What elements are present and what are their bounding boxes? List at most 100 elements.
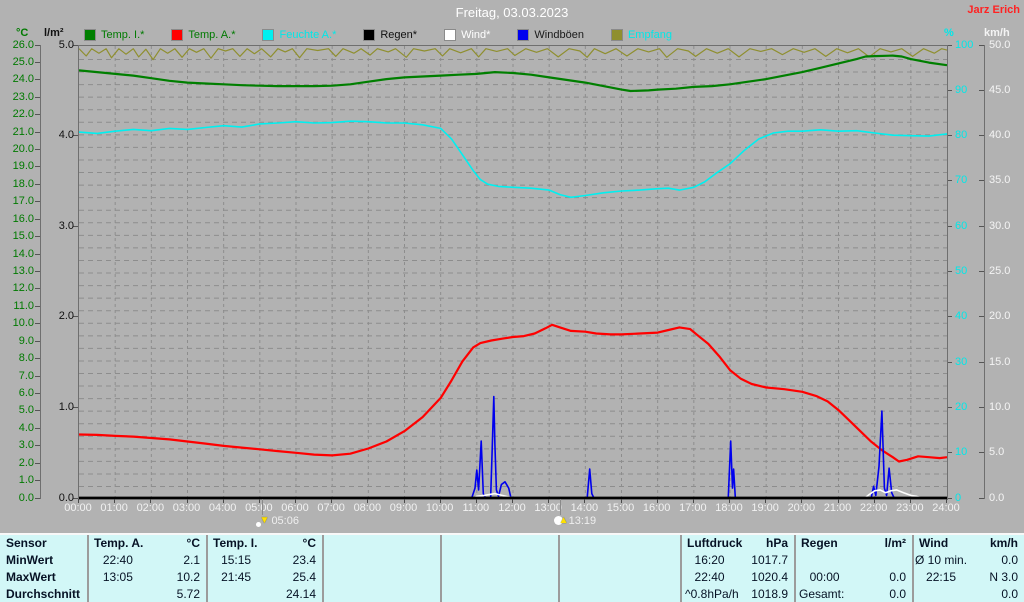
empfang-swatch-icon bbox=[610, 29, 623, 41]
wind-axis-label: 25.0 bbox=[989, 265, 1011, 277]
x-label: 17:00 bbox=[679, 502, 707, 514]
x-label: 07:00 bbox=[317, 502, 345, 514]
x-label: 12:00 bbox=[498, 502, 526, 514]
temp-axis-label: 24.0 bbox=[12, 73, 34, 86]
wind-axis-tick bbox=[979, 361, 984, 363]
temp-axis-label: 9.0 bbox=[18, 334, 34, 347]
stats-time: 21:45 bbox=[221, 569, 252, 584]
x-label: 09:00 bbox=[389, 502, 418, 514]
row-label-sensor: Sensor bbox=[0, 535, 87, 551]
temp-axis-tick bbox=[35, 44, 40, 46]
stats-cell: 00:00 0.0 bbox=[794, 568, 912, 585]
x-label: 05:00 bbox=[245, 502, 273, 514]
temp-axis-label: 2.0 bbox=[18, 456, 34, 469]
windboeen-swatch-icon bbox=[517, 29, 530, 41]
temp-axis-tick bbox=[35, 497, 40, 499]
temp-axis-tick bbox=[35, 358, 40, 360]
stats-value: 0.0 bbox=[889, 586, 906, 601]
humidity-axis-label: 20 bbox=[955, 400, 968, 413]
stats-cell bbox=[558, 551, 680, 568]
legend-item-temp-a[interactable]: Temp. A.* bbox=[171, 29, 235, 41]
plot-area[interactable] bbox=[78, 45, 948, 500]
stats-time: Temp. I. bbox=[213, 536, 258, 550]
stats-header-cell bbox=[558, 535, 680, 551]
wind-axis-label: 15.0 bbox=[989, 355, 1011, 368]
stats-time: Gesamt: bbox=[799, 586, 845, 601]
wind-axis-label: 35.0 bbox=[989, 174, 1011, 187]
stats-cell: 22:15 N 3.0 bbox=[912, 568, 1024, 585]
temp-axis-label: 5.0 bbox=[18, 404, 34, 417]
stats-header-cell bbox=[440, 535, 558, 551]
chart-title: Freitag, 03.03.2023 bbox=[455, 5, 569, 20]
stats-cell: 16:20 1017.7 bbox=[680, 551, 794, 568]
stats-cell bbox=[440, 551, 558, 568]
humidity-axis-label: 60 bbox=[955, 219, 968, 232]
temp-axis-label: 19.0 bbox=[12, 160, 34, 173]
x-label: 10:00 bbox=[425, 502, 454, 514]
stats-cell: 0.0 bbox=[912, 585, 1024, 602]
temp-axis-tick bbox=[35, 79, 40, 81]
stats-time: 00:00 bbox=[809, 569, 840, 584]
temp-axis-label: 1.0 bbox=[18, 474, 34, 487]
legend-item-feuchte-a[interactable]: Feuchte A.* bbox=[262, 29, 336, 41]
stats-cell bbox=[322, 551, 440, 568]
temp-axis-tick bbox=[35, 271, 40, 272]
legend: Temp. I.* Temp. A.* Feuchte A.* Regen* Wind*… bbox=[84, 29, 672, 41]
series-empfang bbox=[79, 48, 947, 61]
stats-value: l/m² bbox=[884, 536, 906, 550]
series-windböen bbox=[79, 395, 947, 499]
stats-time: ^0.8hPa/h bbox=[685, 586, 739, 601]
stats-cell bbox=[440, 568, 558, 585]
x-label: 22:00 bbox=[859, 502, 888, 514]
temp-axis-label: 20.0 bbox=[12, 143, 34, 156]
stats-value: 25.4 bbox=[292, 569, 316, 584]
stats-time: 22:40 bbox=[102, 552, 133, 567]
humidity-axis-label: 90 bbox=[955, 83, 968, 96]
stats-value: 0.0 bbox=[889, 569, 906, 584]
temp-axis-label: 14.0 bbox=[12, 247, 34, 260]
wind-axis-tick bbox=[979, 44, 984, 46]
rain-axis-label: 4.0 bbox=[58, 129, 74, 142]
stats-cell: 5.72 bbox=[87, 585, 206, 602]
humidity-axis-label: 100 bbox=[955, 38, 974, 51]
stats-cell: 21:45 25.4 bbox=[206, 568, 322, 585]
stats-cell bbox=[322, 585, 440, 602]
legend-label: Windböen bbox=[534, 29, 584, 41]
wind-axis-label: 40.0 bbox=[989, 129, 1011, 142]
humidity-axis-label: 80 bbox=[955, 129, 968, 142]
stats-value: hPa bbox=[765, 536, 788, 550]
wind-axis-label: 0.0 bbox=[989, 491, 1005, 504]
legend-label: Wind* bbox=[461, 29, 491, 41]
legend-item-temp-i[interactable]: Temp. I.* bbox=[84, 29, 144, 41]
temp-axis-label: 13.0 bbox=[12, 265, 34, 277]
legend-item-windboeen[interactable]: Windböen bbox=[517, 29, 584, 41]
row-label-maxwert: MaxWert bbox=[0, 568, 87, 585]
wind-axis-unit: km/h bbox=[984, 27, 1010, 39]
rain-axis-label: 2.0 bbox=[58, 310, 74, 323]
humidity-axis-label: 70 bbox=[955, 174, 968, 187]
legend-item-wind[interactable]: Wind* bbox=[444, 29, 490, 41]
wind-axis-line bbox=[984, 45, 985, 499]
stats-value: 24.14 bbox=[285, 586, 316, 601]
temp-axis-tick bbox=[35, 96, 40, 98]
x-label: 04:00 bbox=[208, 502, 237, 514]
x-label: 00:00 bbox=[64, 502, 92, 514]
temp-axis-tick bbox=[35, 149, 40, 151]
x-label: 02:00 bbox=[136, 502, 165, 514]
temp-axis-label: 21.0 bbox=[12, 125, 34, 138]
temp-axis-label: 8.0 bbox=[18, 352, 34, 365]
marker-line bbox=[559, 499, 561, 515]
stats-value: 0.0 bbox=[1001, 552, 1018, 567]
temp-axis-tick bbox=[35, 340, 40, 342]
stats-cell bbox=[794, 551, 912, 568]
temp-axis-tick bbox=[35, 445, 40, 447]
legend-item-empfang[interactable]: Empfang bbox=[610, 29, 672, 41]
legend-label: Temp. I.* bbox=[101, 29, 145, 41]
chart-canvas[interactable] bbox=[79, 46, 947, 499]
x-label: 06:00 bbox=[281, 502, 309, 514]
legend-item-regen[interactable]: Regen* bbox=[363, 29, 417, 41]
stats-time: Luftdruck bbox=[687, 536, 743, 550]
stats-value: 23.4 bbox=[292, 552, 316, 567]
stats-cell: ^0.8hPa/h 1018.9 bbox=[680, 585, 794, 602]
wind-axis-tick bbox=[979, 135, 984, 137]
